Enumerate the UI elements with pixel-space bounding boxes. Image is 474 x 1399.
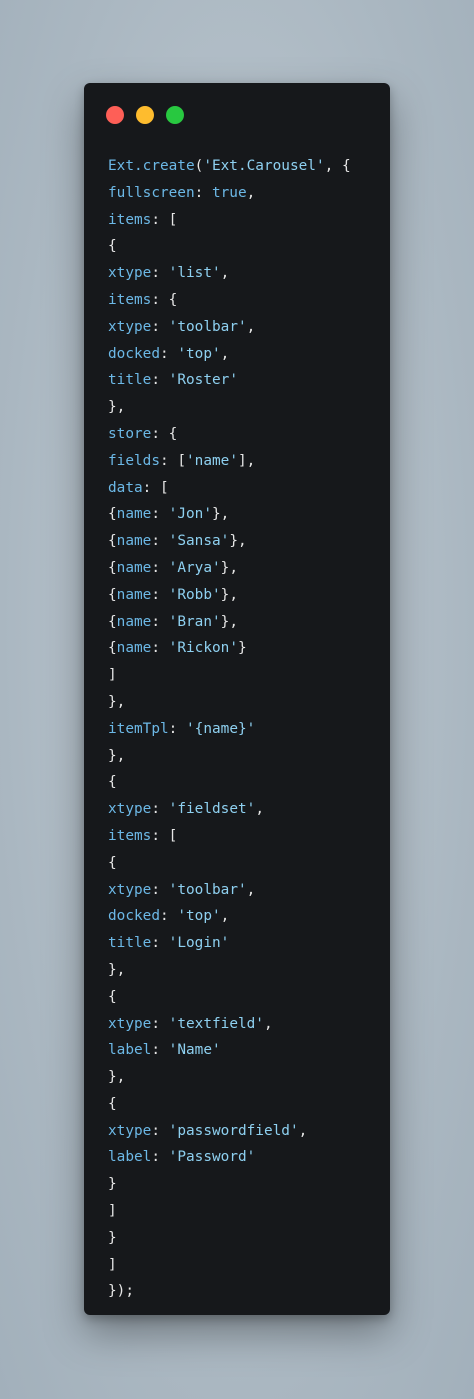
code-window: Ext.create('Ext.Carousel', { fullscreen: … (84, 83, 390, 1315)
code-line: label: 'Password' (108, 1149, 256, 1166)
code-line: } (108, 1229, 117, 1246)
code-line: { (108, 774, 117, 791)
close-dot-icon[interactable] (106, 106, 124, 124)
code-block: Ext.create('Ext.Carousel', { fullscreen: … (108, 153, 351, 1305)
code-line: { (108, 238, 117, 255)
code-line: items: { (108, 291, 178, 308)
code-line: store: { (108, 425, 178, 442)
minimize-dot-icon[interactable] (136, 106, 154, 124)
code-line: Ext.create('Ext.Carousel', { (108, 158, 351, 174)
code-line: title: 'Roster' (108, 372, 238, 389)
code-line: }); (108, 1283, 135, 1300)
code-line: {name: 'Jon'}, (108, 506, 230, 523)
code-line: xtype: 'list', (108, 265, 230, 282)
code-line: title: 'Login' (108, 935, 230, 952)
code-line: {name: 'Bran'}, (108, 613, 238, 630)
code-line: fullscreen: true, (108, 184, 256, 201)
code-line: items: [ (108, 827, 178, 844)
code-line: ] (108, 667, 117, 684)
code-line: label: 'Name' (108, 1042, 221, 1059)
code-line: xtype: 'passwordfield', (108, 1122, 308, 1139)
maximize-dot-icon[interactable] (166, 106, 184, 124)
code-line: xtype: 'textfield', (108, 1015, 273, 1032)
code-line: ] (108, 1203, 117, 1220)
code-line: xtype: 'fieldset', (108, 801, 264, 818)
code-line: {name: 'Rickon'} (108, 640, 247, 657)
code-line: itemTpl: '{name}' (108, 720, 256, 737)
code-line: { (108, 988, 117, 1005)
code-line: }, (108, 693, 126, 710)
code-line: {name: 'Sansa'}, (108, 533, 247, 550)
code-line: {name: 'Robb'}, (108, 586, 238, 603)
code-line: }, (108, 747, 126, 764)
code-line: docked: 'top', (108, 908, 230, 925)
code-line: {name: 'Arya'}, (108, 559, 238, 576)
code-line: { (108, 854, 117, 871)
code-line: docked: 'top', (108, 345, 230, 362)
code-line: xtype: 'toolbar', (108, 881, 256, 898)
code-line: }, (108, 961, 126, 978)
code-line: ] (108, 1256, 117, 1273)
code-line: }, (108, 1069, 126, 1086)
code-line: xtype: 'toolbar', (108, 318, 256, 335)
code-line: }, (108, 399, 126, 416)
code-line: } (108, 1176, 117, 1193)
code-line: fields: ['name'], (108, 452, 256, 469)
code-line: data: [ (108, 479, 169, 496)
code-line: { (108, 1095, 117, 1112)
code-line: items: [ (108, 211, 178, 228)
